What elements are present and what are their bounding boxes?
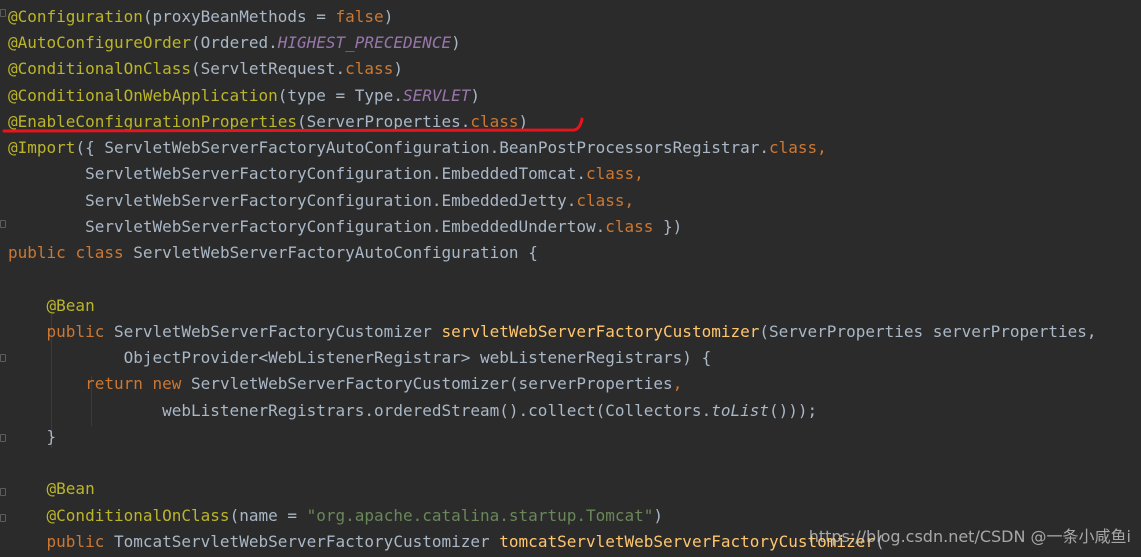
code-token: } (8, 427, 57, 446)
code-token: ServletWebServerFactoryConfiguration.Emb… (8, 191, 577, 210)
code-editor[interactable]: @Configuration(proxyBeanMethods = false)… (0, 0, 1141, 557)
code-line: ServletWebServerFactoryConfiguration.Emb… (8, 161, 644, 187)
method-call: toList (711, 401, 769, 420)
code-line: public TomcatServletWebServerFactoryCust… (8, 529, 885, 555)
code-line: @Bean (8, 293, 95, 319)
fold-marker-icon[interactable] (0, 220, 6, 228)
code-token: (proxyBeanMethods = (142, 7, 336, 26)
code-token: ServletWebServerFactoryAutoConfiguration… (123, 243, 538, 262)
code-token: , (672, 374, 683, 393)
keyword: false (335, 7, 384, 26)
method-name: servletWebServerFactoryCustomizer (441, 322, 760, 341)
code-token: ServletWebServerFactoryConfiguration.Emb… (8, 164, 586, 183)
code-token: (ServletRequest. (191, 59, 346, 78)
code-line: @Import({ ServletWebServerFactoryAutoCon… (8, 135, 827, 161)
code-line: } (8, 424, 57, 450)
string-literal: "org.apache.catalina.startup.Tomcat" (306, 506, 654, 525)
keyword: class (576, 191, 625, 210)
code-line: @ConditionalOnClass(ServletRequest.class… (8, 56, 403, 82)
code-token: ) (451, 33, 461, 52)
keyword: return (85, 374, 143, 393)
code-token: (name = (229, 506, 307, 525)
keyword: public (46, 322, 105, 341)
code-token: ({ ServletWebServerFactoryAutoConfigurat… (75, 138, 769, 157)
code-token: ) (470, 86, 481, 105)
annotation: @Configuration (8, 7, 143, 26)
code-token: ) (653, 506, 664, 525)
fold-marker-icon[interactable] (0, 434, 6, 442)
annotation: @Import (8, 138, 76, 157)
code-line: webListenerRegistrars.orderedStream().co… (8, 398, 817, 424)
code-token: ServletWebServerFactoryConfiguration.Emb… (8, 217, 606, 236)
keyword: public (46, 532, 105, 551)
code-line: public class ServletWebServerFactoryAuto… (8, 240, 538, 266)
red-underline-highlight (2, 117, 584, 133)
keyword: new (152, 374, 182, 393)
annotation: @Bean (46, 479, 95, 498)
code-line: ObjectProvider<WebListenerRegistrar> web… (8, 345, 712, 371)
code-token: (Ordered. (191, 33, 278, 52)
code-line: @ConditionalOnClass(name = "org.apache.c… (8, 503, 664, 529)
code-token: ServletWebServerFactoryCustomizer(server… (181, 374, 673, 393)
annotation: @AutoConfigureOrder (8, 33, 192, 52)
keyword: class (345, 59, 394, 78)
keyword: class (605, 217, 654, 236)
annotation: @ConditionalOnWebApplication (8, 86, 278, 105)
code-line: return new ServletWebServerFactoryCustom… (8, 371, 682, 397)
code-line: public ServletWebServerFactoryCustomizer… (8, 319, 1097, 345)
fold-marker-icon[interactable] (0, 9, 6, 17)
keyword: public (8, 243, 66, 262)
editor-gutter (0, 0, 8, 557)
code-line: @AutoConfigureOrder(Ordered.HIGHEST_PREC… (8, 30, 461, 56)
annotation: @Bean (46, 296, 95, 315)
code-token: ())); (769, 401, 818, 420)
code-token: ServletWebServerFactoryCustomizer (104, 322, 442, 341)
code-line: @Configuration(proxyBeanMethods = false) (8, 4, 393, 30)
keyword: class (585, 164, 635, 183)
code-line: @Bean (8, 476, 95, 502)
fold-marker-icon[interactable] (0, 514, 6, 522)
code-token: (type = Type. (277, 86, 403, 105)
static-field: HIGHEST_PRECEDENCE (277, 33, 452, 52)
code-token: (ServerProperties serverProperties, (759, 322, 1097, 341)
static-field: SERVLET (402, 86, 471, 105)
code-token: }) (653, 217, 683, 236)
watermark: https://blog.csdn.net/CSDN @一条小咸鱼i (808, 527, 1131, 546)
code-line: ServletWebServerFactoryConfiguration.Emb… (8, 188, 634, 214)
code-token: TomcatServletWebServerFactoryCustomizer (104, 532, 500, 551)
code-line: @ConditionalOnWebApplication(type = Type… (8, 83, 480, 109)
annotation: @ConditionalOnClass (46, 506, 230, 525)
fold-marker-icon[interactable] (0, 488, 6, 496)
code-token: ObjectProvider<WebListenerRegistrar> web… (8, 348, 712, 367)
keyword: class (769, 138, 818, 157)
code-token: , (817, 138, 827, 157)
fold-marker-icon[interactable] (0, 354, 6, 362)
keyword: class (75, 243, 124, 262)
code-token: , (634, 164, 644, 183)
code-token: ) (383, 7, 394, 26)
code-token: webListenerRegistrars.orderedStream().co… (8, 401, 712, 420)
code-token: , (624, 191, 635, 210)
code-token: ) (393, 59, 403, 78)
annotation: @ConditionalOnClass (8, 59, 192, 78)
code-line: ServletWebServerFactoryConfiguration.Emb… (8, 214, 682, 240)
